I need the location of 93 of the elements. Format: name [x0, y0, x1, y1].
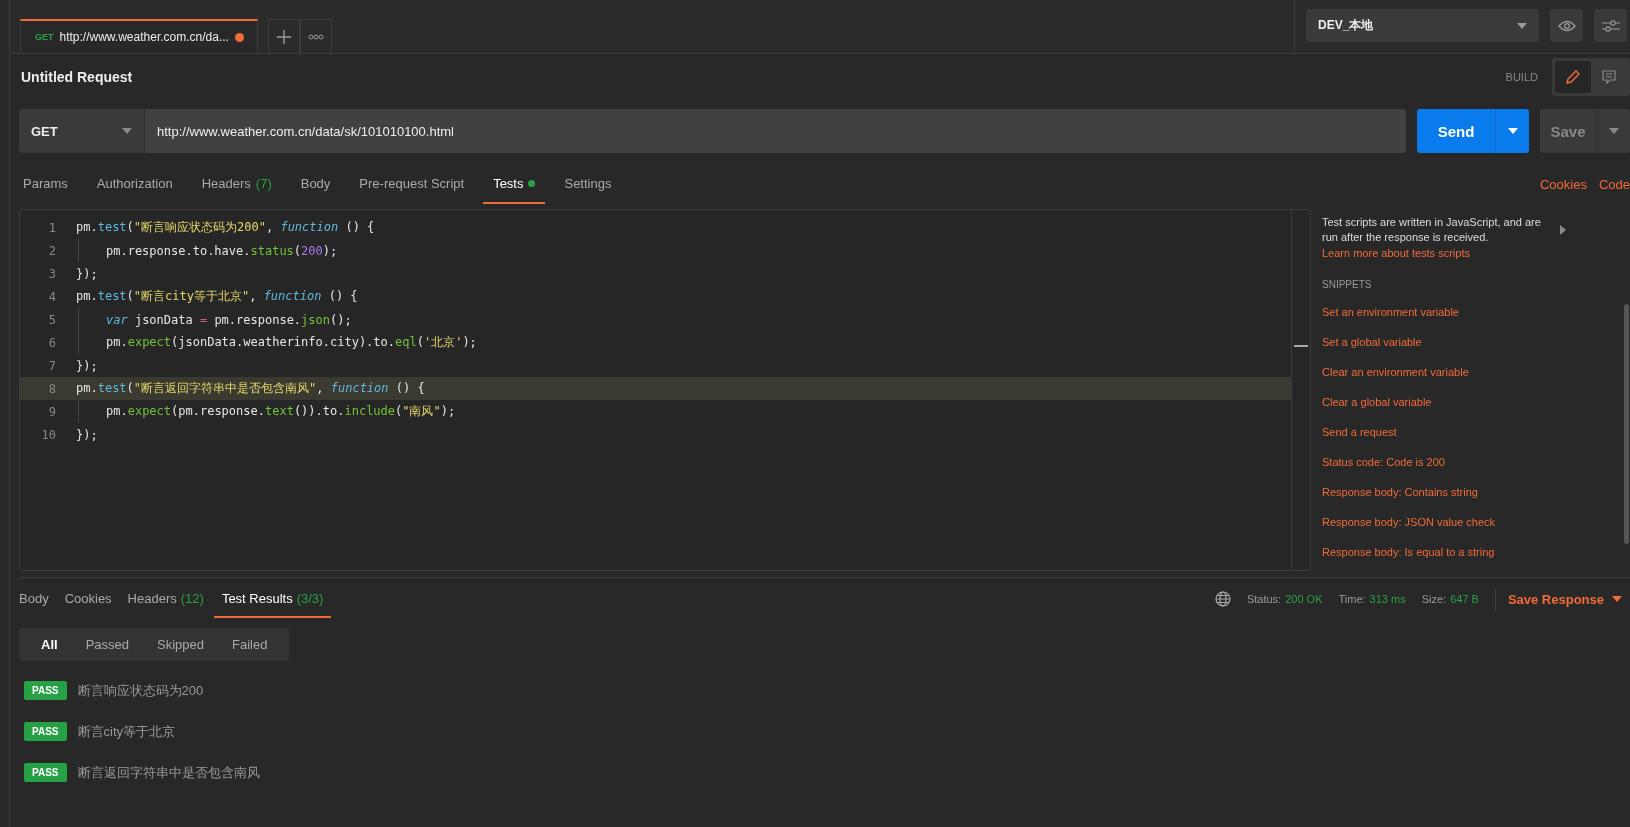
stat-value: 647 B: [1450, 593, 1479, 605]
stat-value: 200 OK: [1285, 593, 1323, 605]
snippet-link[interactable]: Clear a global variable: [1322, 394, 1432, 410]
request-title: Untitled Request: [20, 68, 134, 85]
code-line: pm.response.to.have.status(200);: [106, 243, 338, 258]
stat-value: 313 ms: [1369, 593, 1406, 605]
eye-icon: [1557, 19, 1576, 32]
mode-label: BUILD: [1505, 70, 1538, 83]
response-tab[interactable]: Cookies: [56, 580, 120, 618]
send-options-button[interactable]: [1495, 109, 1529, 153]
filter-tab[interactable]: Skipped: [143, 628, 218, 661]
settings-button[interactable]: [1594, 9, 1627, 42]
snippet-link[interactable]: Response body: JSON value check: [1322, 514, 1496, 530]
request-tab[interactable]: Headers (7): [191, 164, 282, 204]
line-number: 10: [40, 427, 57, 442]
line-number: 9: [47, 404, 57, 419]
pencil-icon: [1565, 68, 1581, 85]
plus-icon: [276, 28, 292, 45]
code-line: pm.test("断言city等于北京", function () {: [76, 288, 358, 305]
line-number: 7: [47, 358, 57, 373]
filter-tab[interactable]: Passed: [71, 628, 143, 661]
response-tab[interactable]: Test Results (3/3): [213, 580, 332, 618]
sliders-icon: [1601, 18, 1620, 33]
status-badge: PASS: [24, 722, 67, 741]
line-number: 1: [47, 220, 57, 235]
code-line: pm.test("断言返回字符串中是否包含南风", function () {: [76, 380, 425, 397]
status-badge: PASS: [24, 763, 67, 782]
line-number: 5: [47, 312, 57, 327]
test-name: 断言city等于北京: [77, 722, 175, 741]
code-line: pm.test("断言响应状态码为200", function () {: [76, 219, 375, 236]
environment-dropdown[interactable]: DEV_本地: [1306, 9, 1539, 42]
filter-tab[interactable]: Failed: [218, 628, 282, 661]
line-number: 2: [47, 243, 57, 258]
code-line: pm.expect(jsonData.weatherinfo.city).to.eql('北京');: [106, 334, 477, 351]
status-badge: PASS: [24, 681, 67, 700]
learn-more-link[interactable]: Learn more about tests scripts: [1322, 247, 1624, 259]
save-button[interactable]: Save: [1540, 109, 1596, 153]
globe-icon[interactable]: [1214, 591, 1231, 607]
expand-icon[interactable]: [1560, 225, 1566, 235]
description: Test scripts are written in JavaScript, and are run after the response is received.: [1322, 215, 1542, 245]
request-tab[interactable]: Settings: [554, 164, 622, 204]
url-field[interactable]: http://www.weather.com.cn/data/sk/101010100.html: [145, 109, 1406, 153]
new-tab-button[interactable]: [268, 19, 300, 53]
request-tab[interactable]: Params: [19, 164, 78, 204]
code-line: });: [76, 266, 98, 281]
request-tab[interactable]: Body: [290, 164, 341, 204]
method-label: GET: [35, 32, 54, 42]
response-tab[interactable]: Headers (12): [119, 580, 212, 618]
snippet-link[interactable]: Status code: Code is 200: [1322, 454, 1445, 470]
more-icon: [308, 33, 324, 40]
snippet-link[interactable]: Response body: Contains string: [1322, 484, 1478, 500]
snippet-link[interactable]: Set a global variable: [1322, 334, 1422, 350]
eye-button[interactable]: [1550, 9, 1583, 42]
section-heading: SNIPPETS: [1322, 279, 1373, 290]
line-number: 4: [47, 289, 57, 304]
request-tab[interactable]: Tests: [483, 164, 546, 204]
stat-label: Status:: [1246, 593, 1282, 605]
save-options-button[interactable]: [1596, 109, 1630, 153]
code-line: });: [76, 358, 98, 373]
request-tab[interactable]: Authorization: [86, 164, 183, 204]
line-number: 8: [47, 381, 57, 396]
snippet-link[interactable]: Send a request: [1322, 424, 1397, 440]
comment-icon: [1601, 68, 1617, 85]
caret-icon: [1517, 22, 1527, 29]
more-tabs-button[interactable]: [300, 19, 332, 53]
snippet-link[interactable]: Clear an environment variable: [1322, 364, 1469, 380]
stat-label: Time:: [1338, 593, 1366, 605]
code-line: pm.expect(pm.response.text()).to.include("南风");: [106, 403, 456, 420]
snippet-link[interactable]: Set an environment variable: [1322, 304, 1459, 320]
code-line: });: [76, 427, 98, 442]
snippet-link[interactable]: Response body: Is equal to a string: [1322, 544, 1495, 560]
caret-icon: [1612, 596, 1622, 602]
line-number: 6: [47, 335, 57, 350]
save-response-button[interactable]: Save Response: [1507, 580, 1630, 618]
caret-icon: [1507, 128, 1518, 134]
response-tab[interactable]: Body: [19, 580, 57, 618]
caret-icon: [1608, 128, 1619, 134]
method-dropdown[interactable]: GET: [19, 109, 145, 153]
edit-button[interactable]: [1555, 60, 1591, 93]
filter-tab[interactable]: All: [27, 628, 72, 661]
link[interactable]: Cookies: [1539, 176, 1587, 192]
send-button[interactable]: Send: [1417, 109, 1495, 153]
test-name: 断言响应状态码为200: [77, 681, 204, 700]
code-line: var jsonData = pm.response.json();: [106, 312, 352, 327]
scrollbar[interactable]: [1624, 304, 1629, 544]
test-name: 断言返回字符串中是否包含南风: [77, 763, 260, 782]
caret-icon: [122, 128, 132, 134]
tab-title: http://www.weather.com.cn/da...: [59, 30, 229, 44]
request-tab[interactable]: GET http://www.weather.com.cn/da...: [20, 19, 258, 53]
link[interactable]: Code: [1598, 176, 1630, 192]
line-number: 3: [47, 266, 57, 281]
request-tab[interactable]: Pre-request Script: [349, 164, 475, 204]
stat-label: Size:: [1421, 593, 1447, 605]
